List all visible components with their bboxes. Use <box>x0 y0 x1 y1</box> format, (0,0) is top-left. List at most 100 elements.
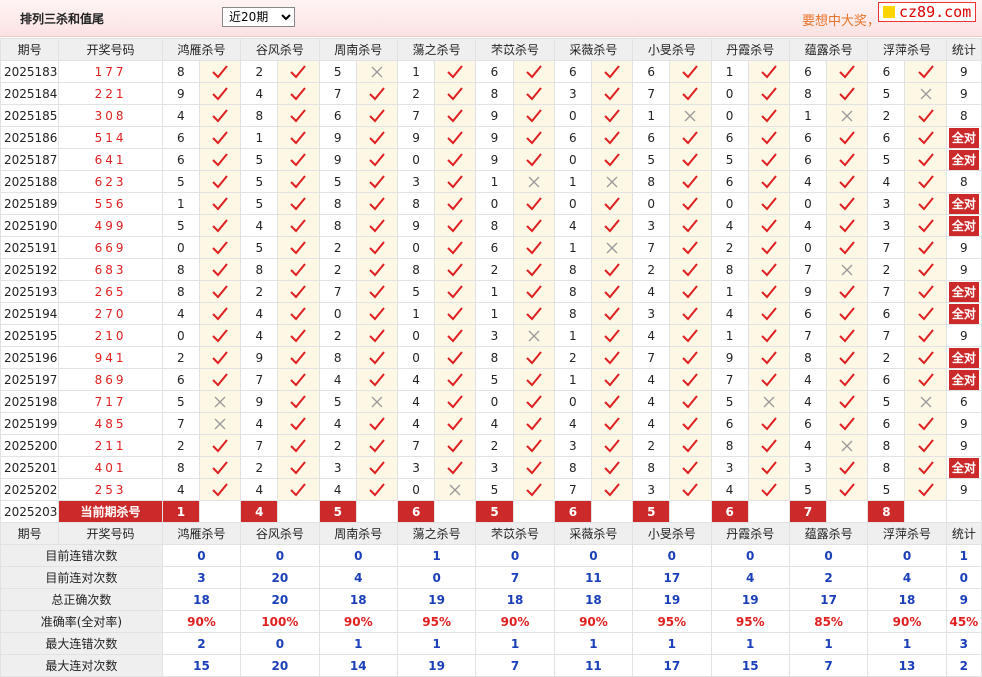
kill-number-cell: 1 <box>240 126 279 149</box>
period-cell: 2025202 <box>0 478 60 501</box>
promo-text[interactable]: 要想中大奖， <box>802 10 880 29</box>
kill-number-cell: 4 <box>318 478 357 501</box>
expert-header: 鸿雁杀号 <box>161 38 242 61</box>
draw-number-cell: 211 <box>58 434 163 457</box>
check-icon <box>761 262 777 276</box>
result-mark-cell <box>669 236 712 259</box>
table-row: 2025189 556 1 5 8 8 0 0 0 0 0 3 全对 <box>0 192 982 215</box>
kill-number-cell: 0 <box>710 82 749 105</box>
period-cell: 2025188 <box>0 170 60 193</box>
kill-number-cell: 3 <box>710 456 749 479</box>
check-icon <box>917 108 934 122</box>
stats-value: 0 <box>710 544 790 567</box>
expert-header: 蕩之杀号 <box>396 38 477 61</box>
period-range-select[interactable]: 近20期 <box>222 7 295 27</box>
kill-number-cell: 1 <box>553 324 592 347</box>
check-icon <box>369 152 385 166</box>
kill-number-cell: 0 <box>553 390 592 413</box>
check-icon <box>525 416 542 430</box>
result-mark-cell <box>826 390 869 413</box>
kill-number-cell: 2 <box>867 346 906 369</box>
check-icon <box>839 372 855 386</box>
check-icon <box>290 284 307 298</box>
check-icon <box>682 416 699 430</box>
stats-value: 15 <box>161 654 242 677</box>
period-cell: 2025193 <box>0 280 60 303</box>
result-mark-cell <box>512 192 555 215</box>
kill-number-cell: 5 <box>867 478 906 501</box>
stats-value: 15 <box>710 654 790 677</box>
count-cell: 9 <box>945 236 982 259</box>
result-mark-cell <box>747 60 790 83</box>
kill-number-cell: 2 <box>318 434 357 457</box>
stats-value: 0 <box>632 544 712 567</box>
check-icon <box>761 416 777 430</box>
expert-header: 周南杀号 <box>318 522 398 545</box>
check-icon <box>604 284 620 298</box>
kill-number-cell: 7 <box>240 368 279 391</box>
all-right-badge: 全对 <box>948 149 979 170</box>
check-icon <box>682 350 699 364</box>
kill-number-cell: 8 <box>396 258 436 281</box>
check-icon <box>212 108 228 122</box>
check-icon <box>290 306 307 320</box>
check-icon <box>604 306 620 320</box>
check-icon <box>761 460 777 474</box>
draw-number-cell: 556 <box>58 192 163 215</box>
kill-number-cell: 7 <box>788 258 828 281</box>
current-kill-spacer <box>747 500 790 523</box>
count-header: 统计 <box>945 522 982 545</box>
logo-text: cz89.com <box>899 3 972 21</box>
period-cell: 2025194 <box>0 302 60 325</box>
result-mark-cell <box>826 214 869 237</box>
table-header-row: 期号 开奖号码 鸿雁杀号 谷风杀号 周南杀号 蕩之杀号 芣苡杀号 采薇杀号 小旻杀号 丹霞杀号 蕴露… <box>0 522 982 545</box>
kill-number-cell: 7 <box>867 324 906 347</box>
count-cell: 全对 <box>945 192 982 215</box>
kill-number-cell: 8 <box>318 346 357 369</box>
check-icon <box>212 438 228 452</box>
count-value: 8 <box>960 174 968 189</box>
check-icon <box>212 284 228 298</box>
kill-number-cell: 8 <box>161 280 200 303</box>
all-right-badge: 全对 <box>948 369 979 390</box>
result-mark-cell <box>747 434 790 457</box>
period-cell: 2025190 <box>0 214 60 237</box>
check-icon <box>525 218 542 232</box>
stats-value: 4 <box>318 566 398 589</box>
stats-count-value: 0 <box>945 566 982 589</box>
kill-number-cell: 6 <box>553 126 592 149</box>
kill-number-cell: 4 <box>396 390 436 413</box>
current-kill-number: 6 <box>553 500 592 523</box>
current-kill-number: 8 <box>867 500 906 523</box>
result-mark-cell <box>747 214 790 237</box>
kill-number-cell: 6 <box>632 126 671 149</box>
current-kill-spacer <box>669 500 712 523</box>
check-icon <box>290 460 307 474</box>
check-icon <box>212 196 228 210</box>
check-icon <box>525 372 542 386</box>
kill-number-cell: 5 <box>867 82 906 105</box>
count-value: 6 <box>960 394 968 409</box>
kill-number-cell: 0 <box>788 236 828 259</box>
site-logo[interactable]: cz89.com <box>878 2 977 22</box>
stats-count-value: 45% <box>945 610 982 633</box>
kill-number-cell: 6 <box>710 126 749 149</box>
kill-number-cell: 0 <box>396 148 436 171</box>
kill-number-cell: 6 <box>710 170 749 193</box>
result-mark-cell <box>355 412 398 435</box>
kill-number-cell: 2 <box>710 236 749 259</box>
result-mark-cell <box>904 82 947 105</box>
draw-number-cell: 401 <box>58 456 163 479</box>
check-icon <box>917 460 934 474</box>
number-header: 开奖号码 <box>58 522 163 545</box>
draw-number-cell: 941 <box>58 346 163 369</box>
check-icon <box>447 328 464 342</box>
check-icon <box>525 438 542 452</box>
check-icon <box>682 460 699 474</box>
table-row: 2025200 211 2 7 2 7 2 3 2 8 4 8 9 <box>0 434 982 457</box>
stats-value: 90% <box>867 610 947 633</box>
kill-number-cell: 0 <box>553 148 592 171</box>
kill-number-cell: 0 <box>788 192 828 215</box>
stats-row: 目前连错次数 0 0 0 1 0 0 0 0 0 0 1 <box>0 544 982 567</box>
result-mark-cell <box>198 126 242 149</box>
